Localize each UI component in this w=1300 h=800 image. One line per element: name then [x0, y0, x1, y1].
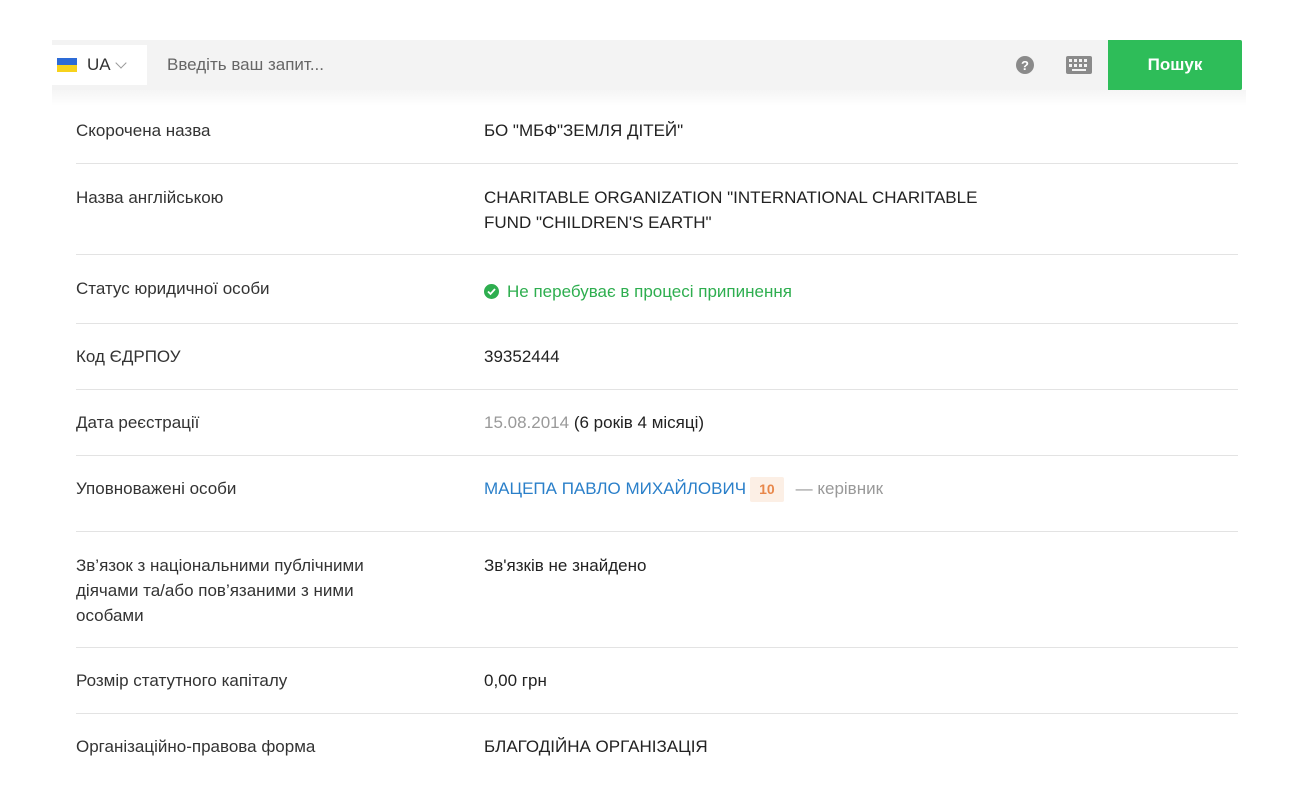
table-row-registration-date: Дата реєстрації 15.08.2014 (6 років 4 мі…: [76, 390, 1238, 456]
status-text: Не перебуває в процесі припинення: [507, 282, 792, 301]
check-circle-icon: [484, 284, 499, 299]
table-row-capital: Розмір статутного капіталу 0,00 грн: [76, 648, 1238, 714]
table-row-english-name: Назва англійською CHARITABLE ORGANIZATIO…: [76, 164, 1238, 255]
search-button[interactable]: Пошук: [1108, 40, 1242, 90]
authorized-persons-value: МАЦЕПА ПАВЛО МИХАЙЛОВИЧ 10 — керівник: [484, 476, 1044, 531]
pep-value: Зв'язків не знайдено: [484, 556, 647, 575]
search-input[interactable]: [147, 39, 1016, 91]
company-info-table: Скорочена назва БО "МБФ"ЗЕМЛЯ ДІТЕЙ" Наз…: [76, 98, 1238, 780]
row-label: Дата реєстрації: [76, 413, 200, 432]
chevron-down-icon: [114, 57, 127, 69]
english-name-value: CHARITABLE ORGANIZATION "INTERNATIONAL C…: [484, 188, 978, 232]
search-bar: UA ? Пошук: [52, 39, 1242, 91]
status-value: Не перебуває в процесі припинення: [484, 276, 1044, 323]
row-label: Зв’язок з національними публічними діяча…: [76, 556, 364, 625]
row-label: Скорочена назва: [76, 121, 211, 140]
ukraine-flag-icon: [57, 58, 77, 72]
registration-date-value: 15.08.2014 (6 років 4 місяці): [484, 410, 1044, 455]
row-label: Код ЄДРПОУ: [76, 347, 181, 366]
table-row-status: Статус юридичної особи Не перебуває в пр…: [76, 255, 1238, 324]
table-row-short-name: Скорочена назва БО "МБФ"ЗЕМЛЯ ДІТЕЙ": [76, 98, 1238, 164]
table-row-pep-connections: Зв’язок з національними публічними діяча…: [76, 532, 1238, 648]
row-label: Уповноважені особи: [76, 479, 237, 498]
row-label: Назва англійською: [76, 188, 224, 207]
table-row-authorized-persons: Уповноважені особи МАЦЕПА ПАВЛО МИХАЙЛОВ…: [76, 456, 1238, 532]
row-label: Розмір статутного капіталу: [76, 671, 288, 690]
row-label: Організаційно-правова форма: [76, 737, 316, 756]
row-label: Статус юридичної особи: [76, 279, 270, 298]
keyboard-icon[interactable]: [1066, 56, 1092, 74]
registration-duration: (6 років 4 місяці): [573, 413, 705, 432]
person-role: — керівник: [795, 479, 884, 498]
person-link[interactable]: МАЦЕПА ПАВЛО МИХАЙЛОВИЧ: [484, 479, 746, 498]
language-selector[interactable]: UA: [52, 45, 147, 85]
table-row-legal-form: Організаційно-правова форма БЛАГОДІЙНА О…: [76, 714, 1238, 780]
person-count-badge[interactable]: 10: [750, 477, 784, 502]
table-row-edrpou: Код ЄДРПОУ 39352444: [76, 324, 1238, 390]
capital-value: 0,00 грн: [484, 671, 547, 690]
question-circle-icon[interactable]: ?: [1016, 56, 1034, 74]
edrpou-value: 39352444: [484, 347, 560, 366]
short-name-value: БО "МБФ"ЗЕМЛЯ ДІТЕЙ": [484, 121, 684, 140]
registration-date: 15.08.2014: [484, 413, 570, 432]
language-label: UA: [87, 55, 111, 74]
legal-form-value: БЛАГОДІЙНА ОРГАНІЗАЦІЯ: [484, 737, 708, 756]
